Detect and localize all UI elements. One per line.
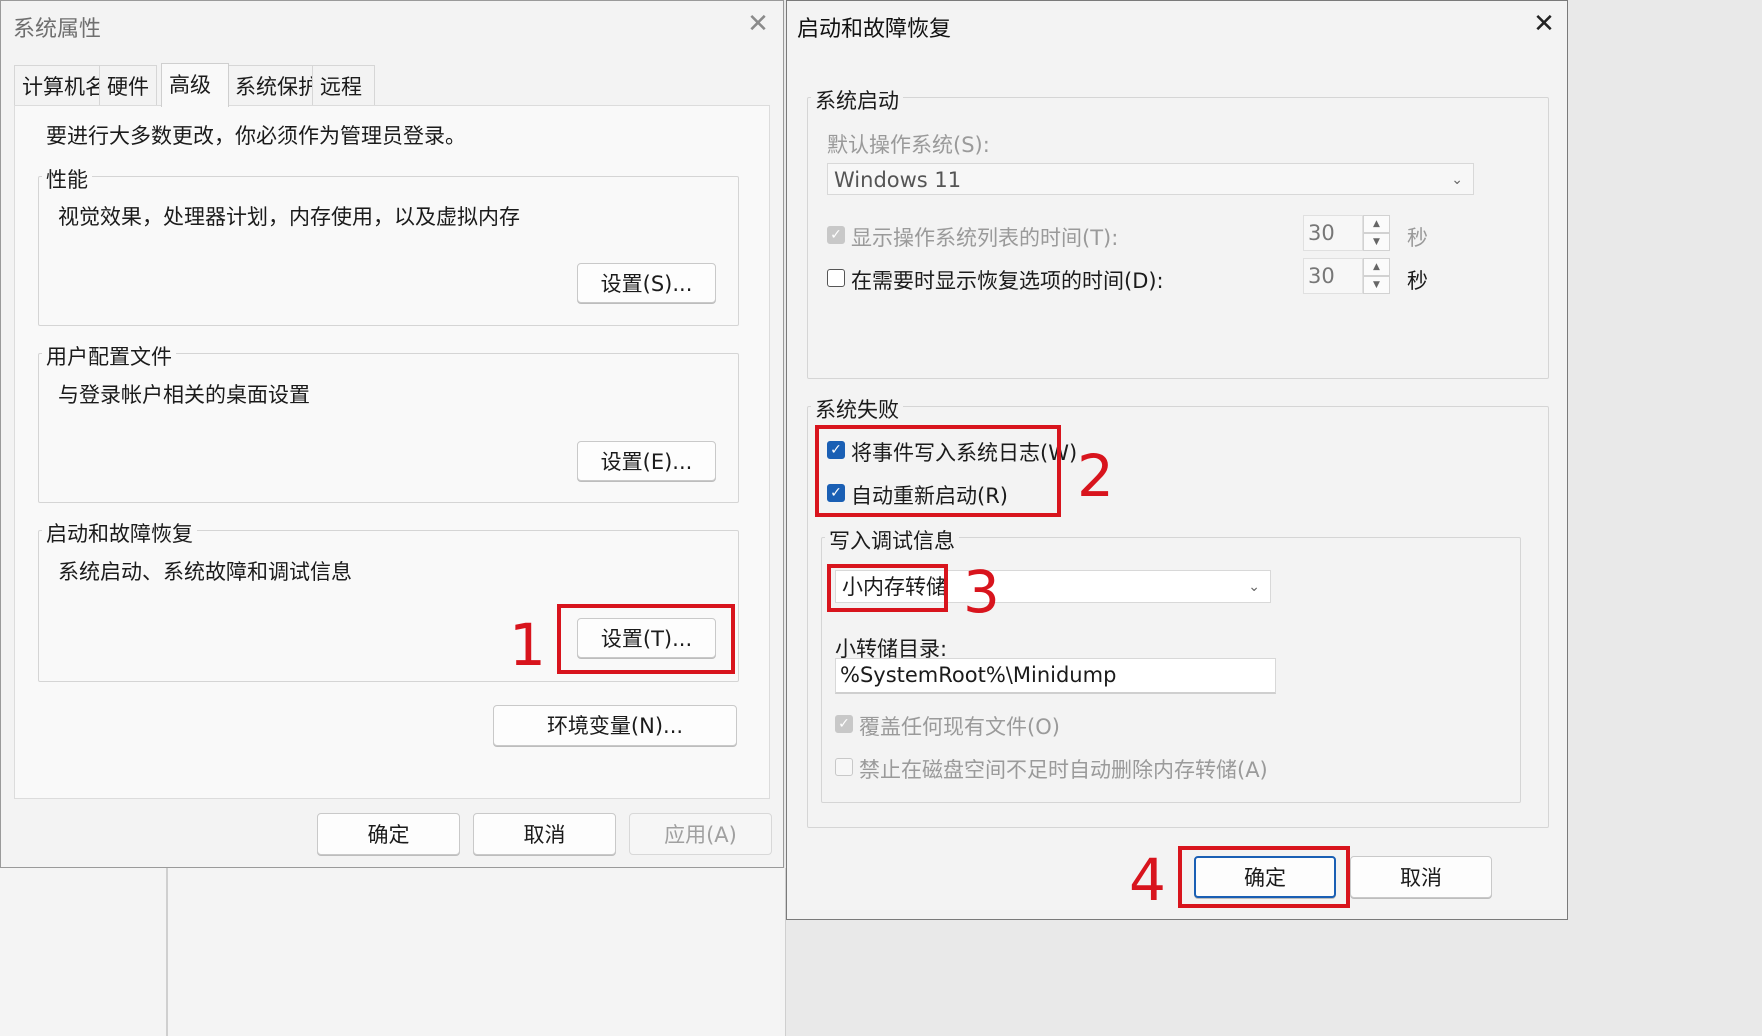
disable-auto-delete-checkbox[interactable] <box>835 758 853 776</box>
apply-button[interactable]: 应用(A) <box>629 813 772 855</box>
overwrite-label: 覆盖任何现有文件(O) <box>859 715 1060 739</box>
dump-dir-value: %SystemRoot%\Minidump <box>840 663 1117 687</box>
close-icon[interactable]: ✕ <box>741 9 775 43</box>
dialog-title: 启动和故障恢复 <box>797 17 952 42</box>
admin-note: 要进行大多数更改，你必须作为管理员登录。 <box>46 124 466 148</box>
default-os-label: 默认操作系统(S): <box>827 133 990 157</box>
disable-auto-delete-label: 禁止在磁盘空间不足时自动删除内存转储(A) <box>859 758 1268 782</box>
default-os-value: Windows 11 <box>834 168 962 192</box>
overwrite-checkbox[interactable]: ✓ <box>835 715 853 733</box>
show-recovery-time-input[interactable]: 30 <box>1303 258 1363 294</box>
spin-up-icon[interactable]: ▲ <box>1363 215 1390 233</box>
close-icon[interactable]: ✕ <box>1527 9 1561 43</box>
system-properties-dialog: 系统属性 ✕ 计算机名 硬件 高级 系统保护 远程 要进行大多数更改，你必须作为… <box>0 0 784 868</box>
annotation-number-4: 4 <box>1129 846 1166 914</box>
performance-legend: 性能 <box>42 164 92 194</box>
system-failure-legend: 系统失败 <box>811 394 903 424</box>
chevron-down-icon: ⌄ <box>1248 579 1260 595</box>
dialog-title: 系统属性 <box>13 17 102 42</box>
default-os-select[interactable]: Windows 11 ⌄ <box>827 163 1474 195</box>
annotation-number-2: 2 <box>1077 442 1114 510</box>
startup-recovery-legend: 启动和故障恢复 <box>42 518 197 548</box>
cancel-button[interactable]: 取消 <box>473 813 616 855</box>
annotation-number-3: 3 <box>963 558 1000 626</box>
startup-recovery-dialog: 启动和故障恢复 ✕ 系统启动 默认操作系统(S): Windows 11 ⌄ ✓… <box>786 0 1568 920</box>
user-profiles-desc: 与登录帐户相关的桌面设置 <box>58 383 310 407</box>
system-startup-legend: 系统启动 <box>811 85 903 115</box>
spin-down-icon[interactable]: ▼ <box>1363 276 1390 294</box>
debug-info-legend: 写入调试信息 <box>825 525 959 555</box>
performance-desc: 视觉效果，处理器计划，内存使用，以及虚拟内存 <box>58 205 520 229</box>
highlight-box-4 <box>1178 846 1350 908</box>
dump-dir-input[interactable]: %SystemRoot%\Minidump <box>835 658 1276 694</box>
performance-settings-button[interactable]: 设置(S)... <box>577 263 716 303</box>
cancel-button[interactable]: 取消 <box>1350 856 1492 898</box>
show-os-list-checkbox[interactable]: ✓ <box>827 226 845 244</box>
background-window-strip <box>0 868 786 1036</box>
show-os-list-unit: 秒 <box>1407 226 1428 250</box>
show-recovery-checkbox[interactable] <box>827 269 845 287</box>
show-recovery-unit: 秒 <box>1407 269 1428 293</box>
user-profiles-legend: 用户配置文件 <box>42 341 176 371</box>
user-profiles-settings-button[interactable]: 设置(E)... <box>577 441 716 481</box>
highlight-box-3 <box>827 564 948 612</box>
highlight-box-1 <box>557 604 735 674</box>
show-os-list-time-value: 30 <box>1308 221 1335 245</box>
background-divider <box>166 868 168 1036</box>
show-recovery-label: 在需要时显示恢复选项的时间(D): <box>851 269 1164 293</box>
tab-remote[interactable]: 远程 <box>312 65 375 105</box>
show-os-list-time-input[interactable]: 30 <box>1303 215 1363 251</box>
tab-hardware[interactable]: 硬件 <box>99 65 157 105</box>
advanced-tab-panel: 要进行大多数更改，你必须作为管理员登录。 性能 视觉效果，处理器计划，内存使用，… <box>14 105 770 799</box>
annotation-number-1: 1 <box>509 611 546 679</box>
highlight-box-2 <box>815 425 1061 517</box>
chevron-down-icon: ⌄ <box>1451 172 1463 188</box>
show-os-list-label: 显示操作系统列表的时间(T): <box>851 226 1119 250</box>
startup-recovery-desc: 系统启动、系统故障和调试信息 <box>58 560 352 584</box>
spin-down-icon[interactable]: ▼ <box>1363 233 1390 251</box>
spin-up-icon[interactable]: ▲ <box>1363 258 1390 276</box>
ok-button[interactable]: 确定 <box>317 813 460 855</box>
show-recovery-time-value: 30 <box>1308 264 1335 288</box>
tab-advanced[interactable]: 高级 <box>161 63 229 107</box>
environment-variables-button[interactable]: 环境变量(N)... <box>493 705 737 746</box>
